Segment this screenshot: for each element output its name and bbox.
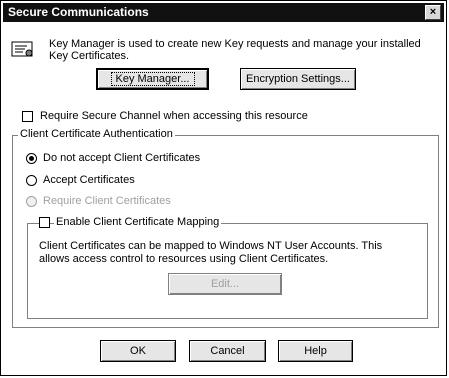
mapping-description-line1: Client Certificates can be mapped to Win…: [39, 240, 383, 252]
title-bar[interactable]: Secure Communications ×: [3, 3, 444, 22]
accept-certificates-label[interactable]: Accept Certificates: [43, 174, 135, 186]
mapping-description-line2: allows access control to resources using…: [39, 253, 329, 265]
require-client-certificates-label[interactable]: Require Client Certificates: [43, 195, 171, 207]
close-button[interactable]: ×: [425, 5, 441, 20]
do-not-accept-label[interactable]: Do not accept Client Certificates: [43, 152, 200, 164]
help-button[interactable]: Help: [278, 340, 353, 362]
client-certificate-authentication-title: Client Certificate Authentication: [18, 128, 175, 140]
enable-certificate-mapping-label[interactable]: Enable Client Certificate Mapping: [54, 216, 222, 228]
key-manager-description: Key Manager is used to create new Key re…: [49, 38, 421, 62]
encryption-settings-button[interactable]: Encryption Settings...: [240, 68, 356, 90]
require-secure-channel-label[interactable]: Require Secure Channel when accessing th…: [40, 110, 308, 122]
ok-button[interactable]: OK: [100, 340, 176, 362]
require-secure-channel-checkbox[interactable]: [22, 111, 33, 122]
window-title: Secure Communications: [8, 5, 149, 19]
do-not-accept-radio[interactable]: [26, 153, 37, 164]
secure-communications-dialog: Secure Communications × Key Manager is u…: [0, 0, 447, 376]
cancel-button[interactable]: Cancel: [189, 340, 266, 362]
certificate-mapping-group: [27, 223, 428, 319]
enable-certificate-mapping-checkbox[interactable]: [39, 217, 50, 228]
key-certificate-icon: [11, 41, 33, 57]
key-manager-button[interactable]: Key Manager...: [96, 68, 209, 90]
edit-button[interactable]: Edit...: [168, 273, 282, 295]
close-icon: ×: [429, 6, 437, 18]
require-client-certificates-radio[interactable]: [26, 196, 37, 207]
accept-certificates-radio[interactable]: [26, 175, 37, 186]
